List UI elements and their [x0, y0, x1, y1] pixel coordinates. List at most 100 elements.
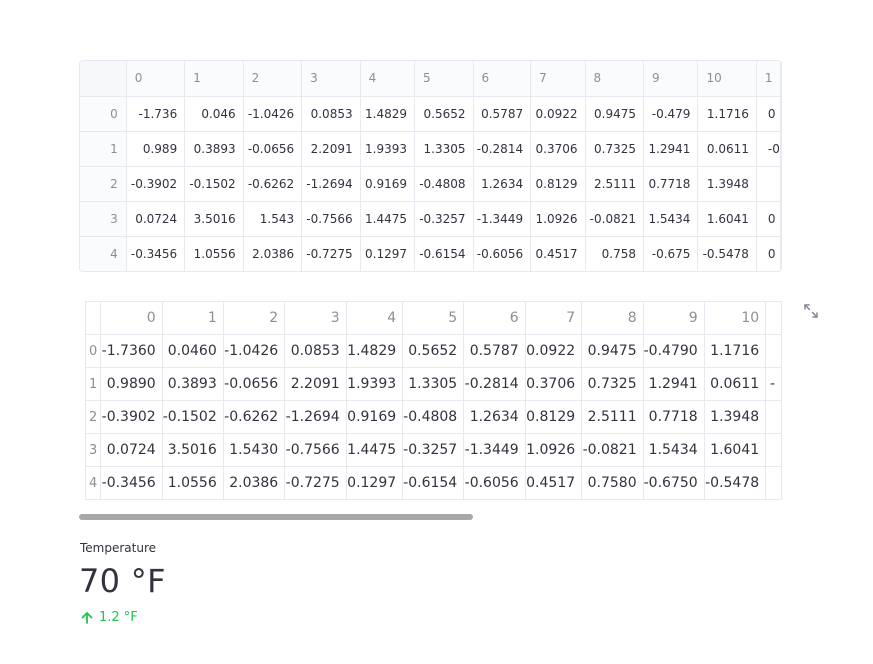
data-cell[interactable]: -0.5478 [697, 236, 757, 271]
data-cell[interactable]: 1.2634 [473, 166, 532, 202]
data-cell[interactable]: 0.4517 [530, 236, 586, 271]
table-cell: 0.0460 [161, 334, 224, 368]
data-cell[interactable]: 0.1297 [360, 236, 416, 271]
data-cell[interactable]: 0.9169 [360, 166, 416, 202]
data-cell[interactable]: -1.3449 [473, 201, 532, 237]
data-cell[interactable]: 2.2091 [301, 131, 361, 167]
metric-label: Temperature [80, 541, 157, 555]
column-header[interactable]: 4 [360, 61, 416, 97]
table-cell: -0.6154 [402, 466, 465, 500]
data-cell[interactable]: 1.5434 [643, 201, 699, 237]
data-cell[interactable]: 1.3305 [414, 131, 474, 167]
table-cell: 0.5787 [463, 334, 526, 368]
data-cell[interactable]: 0.3893 [184, 131, 244, 167]
data-cell[interactable]: 1.543 [243, 201, 303, 237]
table-cell: -0.5478 [703, 466, 767, 500]
data-cell[interactable]: 1.4829 [360, 96, 416, 132]
column-header[interactable]: 8 [585, 61, 645, 97]
column-header[interactable]: 3 [301, 61, 361, 97]
data-cell[interactable]: 2.5111 [585, 166, 645, 202]
data-cell[interactable]: 0 [756, 236, 781, 271]
column-header[interactable]: 6 [473, 61, 532, 97]
metric-delta: 1.2 °F [80, 610, 138, 625]
column-header[interactable]: 2 [243, 61, 303, 97]
column-header[interactable]: 7 [530, 61, 586, 97]
table-cell: -0.3902 [100, 400, 163, 434]
data-cell[interactable] [756, 166, 781, 202]
data-cell[interactable]: -0.3902 [126, 166, 186, 202]
data-cell[interactable]: -0.1502 [184, 166, 244, 202]
table-cell: 1.4475 [345, 433, 404, 467]
table-cell [765, 466, 782, 500]
data-cell[interactable]: 1.0926 [530, 201, 586, 237]
data-cell[interactable]: -0.675 [643, 236, 699, 271]
data-cell[interactable]: 0.3706 [530, 131, 586, 167]
row-index: 2 [85, 400, 102, 434]
column-header[interactable]: 1 [756, 61, 781, 97]
data-cell[interactable]: -1.736 [126, 96, 186, 132]
data-cell[interactable]: 0.7718 [643, 166, 699, 202]
data-cell[interactable]: -0.2814 [473, 131, 532, 167]
data-cell[interactable]: 0.0922 [530, 96, 586, 132]
data-cell[interactable]: -0.479 [643, 96, 699, 132]
table-cell: 1.2941 [642, 367, 705, 401]
column-header[interactable]: 1 [184, 61, 244, 97]
expand-icon[interactable] [803, 303, 819, 319]
data-cell[interactable]: 1.2941 [643, 131, 699, 167]
data-cell[interactable]: 0.758 [585, 236, 645, 271]
data-cell[interactable]: 1.0556 [184, 236, 244, 271]
data-cell[interactable]: -0.7566 [301, 201, 361, 237]
data-cell[interactable]: 0.5652 [414, 96, 474, 132]
data-cell[interactable]: -0.6056 [473, 236, 532, 271]
table-cell: 1.0926 [524, 433, 583, 467]
data-cell[interactable]: 0.046 [184, 96, 244, 132]
data-cell[interactable]: -0.6154 [414, 236, 474, 271]
data-cell[interactable]: 1.1716 [697, 96, 757, 132]
table-cell: 0.3893 [161, 367, 224, 401]
data-cell[interactable]: 0.9475 [585, 96, 645, 132]
table-cell: 0.7580 [581, 466, 644, 500]
column-header: 7 [524, 301, 583, 335]
data-cell[interactable]: 0.8129 [530, 166, 586, 202]
data-cell[interactable]: 1.6041 [697, 201, 757, 237]
table-cell [765, 334, 782, 368]
data-cell[interactable]: 0.7325 [585, 131, 645, 167]
data-cell[interactable]: -0 [756, 131, 781, 167]
table-cell [765, 400, 782, 434]
table-cell: -1.2694 [284, 400, 347, 434]
column-header[interactable]: 10 [697, 61, 757, 97]
data-cell[interactable]: -0.6262 [243, 166, 303, 202]
table-cell: 1.5434 [642, 433, 705, 467]
dataframe-grid[interactable]: 0 1 2 3 4 5 6 7 8 9 10 1 0 -1.736 0.046 -1.0426 0.0853 1.… [79, 60, 782, 272]
data-cell[interactable]: 1.4475 [360, 201, 416, 237]
column-header: 3 [284, 301, 347, 335]
data-cell[interactable]: -0.7275 [301, 236, 361, 271]
data-cell[interactable]: 0.0611 [697, 131, 757, 167]
data-cell[interactable]: 1.9393 [360, 131, 416, 167]
data-cell[interactable]: 1.3948 [697, 166, 757, 202]
column-header[interactable]: 5 [414, 61, 474, 97]
data-cell[interactable]: 0.989 [126, 131, 186, 167]
table-cell: 1.1716 [703, 334, 767, 368]
data-cell[interactable]: 3.5016 [184, 201, 244, 237]
column-header[interactable]: 0 [126, 61, 186, 97]
data-cell[interactable]: 0.0724 [126, 201, 186, 237]
data-cell[interactable]: -0.3456 [126, 236, 186, 271]
data-cell[interactable]: 0.5787 [473, 96, 532, 132]
data-cell[interactable]: -0.0656 [243, 131, 303, 167]
data-cell[interactable]: -0.4808 [414, 166, 474, 202]
data-cell[interactable]: 0.0853 [301, 96, 361, 132]
data-cell[interactable]: 0 [756, 201, 781, 237]
table-cell: 1.5430 [222, 433, 286, 467]
column-header[interactable]: 9 [643, 61, 699, 97]
column-header: 0 [100, 301, 163, 335]
column-header: 6 [463, 301, 526, 335]
data-cell[interactable]: -1.0426 [243, 96, 303, 132]
horizontal-scrollbar[interactable] [79, 514, 473, 520]
data-cell[interactable]: -0.3257 [414, 201, 474, 237]
data-cell[interactable]: 0 [756, 96, 781, 132]
data-cell[interactable]: -1.2694 [301, 166, 361, 202]
data-cell[interactable]: -0.0821 [585, 201, 645, 237]
table-row: 2 -0.3902 -0.1502 -0.6262 -1.2694 0.9169 -0.48… [85, 400, 782, 434]
data-cell[interactable]: 2.0386 [243, 236, 303, 271]
